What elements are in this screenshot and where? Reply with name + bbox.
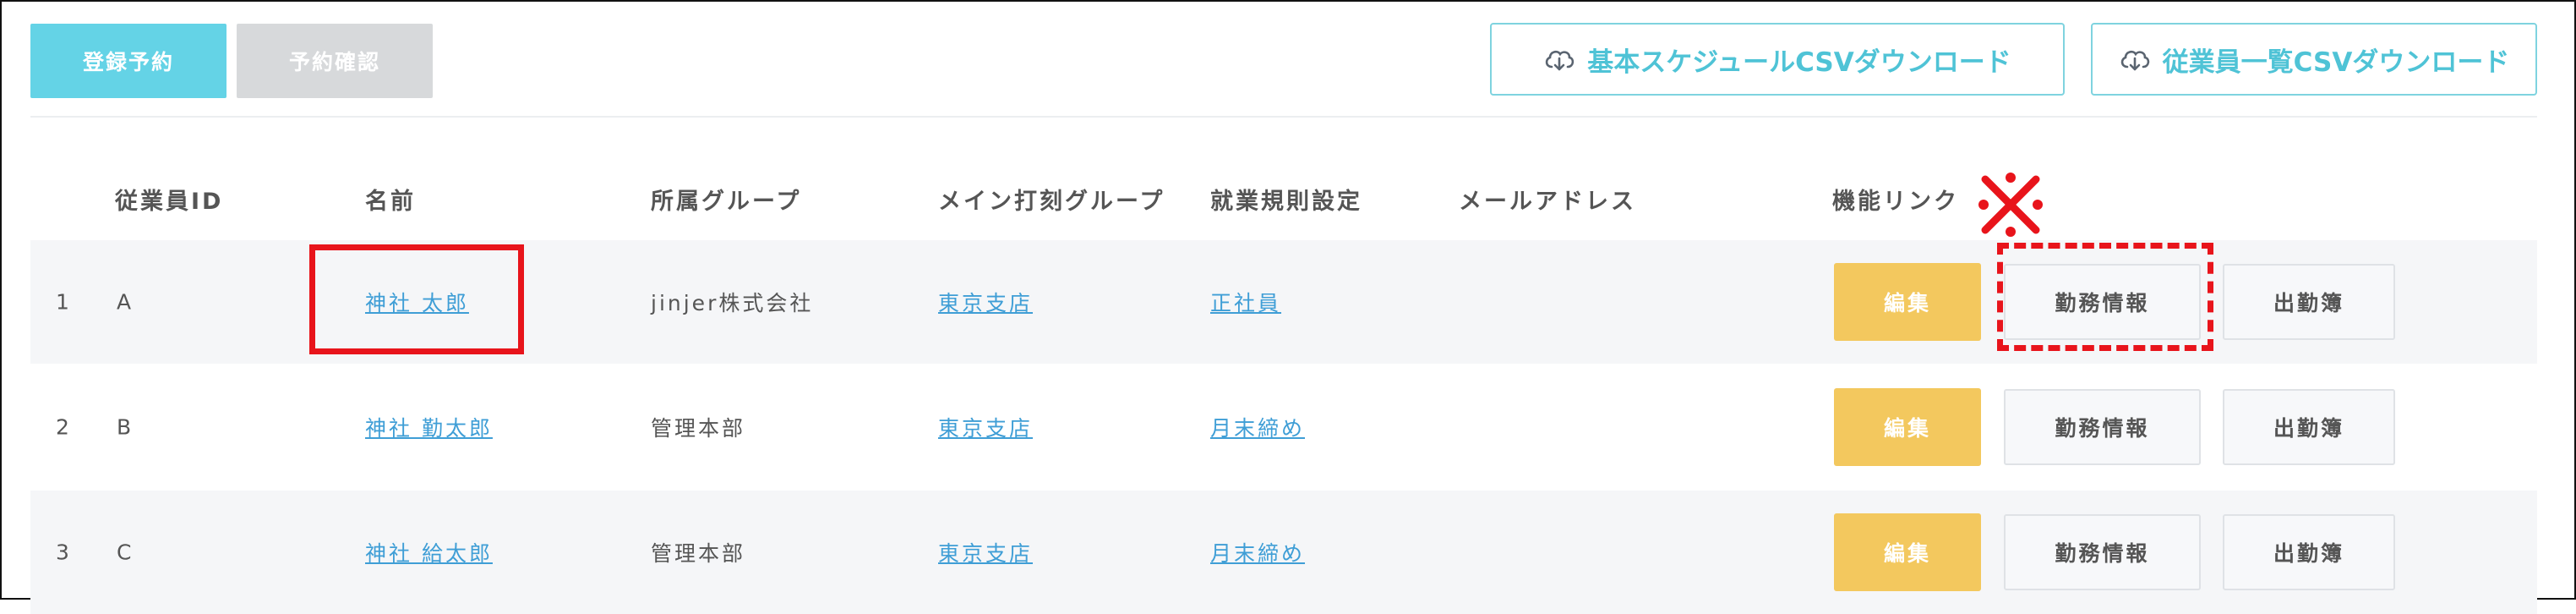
row-number: 1 — [56, 289, 72, 315]
row-number: 2 — [56, 414, 72, 440]
page-frame: 登録予約 予約確認 基本スケジュールCSVダウンロード 従業員一覧CSVダウンロ… — [0, 0, 2576, 614]
edit-button[interactable]: 編集 — [1834, 388, 1981, 466]
basic-schedule-csv-label: 基本スケジュールCSVダウンロード — [1587, 47, 2011, 78]
edit-button[interactable]: 編集 — [1834, 513, 1981, 591]
employee-id: B — [117, 414, 134, 440]
toolbar: 登録予約 予約確認 基本スケジュールCSVダウンロード 従業員一覧CSVダウンロ… — [2, 2, 2574, 116]
employee-id: A — [117, 289, 134, 315]
work-info-button[interactable]: 勤務情報 — [2004, 264, 2201, 340]
table-row: 2 B 神社 勤太郎 管理本部 東京支店 月末締め 編集 勤務情報 出勤簿 — [30, 365, 2537, 489]
table-row: 1 A 神社 太郎 jinjer株式会社 東京支店 正社員 編集 勤務情報 出勤… — [30, 240, 2537, 364]
work-rules-link[interactable]: 月末締め — [1210, 412, 1305, 442]
toolbar-divider — [30, 116, 2537, 118]
employee-list-csv-download-button[interactable]: 従業員一覧CSVダウンロード — [2091, 23, 2537, 96]
cloud-download-icon — [1546, 50, 1575, 71]
employee-name-link[interactable]: 神社 給太郎 — [365, 537, 493, 567]
employee-name-link[interactable]: 神社 太郎 — [365, 287, 469, 317]
row-number: 3 — [56, 540, 72, 565]
basic-schedule-csv-download-button[interactable]: 基本スケジュールCSVダウンロード — [1490, 23, 2065, 96]
stamp-group-link[interactable]: 東京支店 — [938, 537, 1033, 567]
work-rules-link[interactable]: 月末締め — [1210, 537, 1305, 567]
attendance-book-button[interactable]: 出勤簿 — [2223, 264, 2395, 340]
attendance-book-button[interactable]: 出勤簿 — [2223, 389, 2395, 465]
confirm-reservation-button[interactable]: 予約確認 — [237, 24, 433, 98]
employee-id: C — [117, 540, 134, 565]
register-reservation-button[interactable]: 登録予約 — [30, 24, 226, 98]
table-header: 従業員ID 名前 所属グループ メイン打刻グループ 就業規則設定 メールアドレス… — [30, 162, 2537, 238]
header-stamp-group: メイン打刻グループ — [938, 189, 1165, 215]
header-name: 名前 — [365, 189, 416, 215]
stamp-group-link[interactable]: 東京支店 — [938, 287, 1033, 317]
header-work-rules: 就業規則設定 — [1210, 189, 1362, 215]
stamp-group-link[interactable]: 東京支店 — [938, 412, 1033, 442]
group-name: jinjer株式会社 — [651, 291, 814, 315]
table-row: 3 C 神社 給太郎 管理本部 東京支店 月末締め 編集 勤務情報 出勤簿 — [30, 491, 2537, 614]
work-rules-link[interactable]: 正社員 — [1210, 287, 1281, 317]
employee-list-csv-label: 従業員一覧CSVダウンロード — [2162, 47, 2510, 78]
employee-name-link[interactable]: 神社 勤太郎 — [365, 412, 493, 442]
group-name: 管理本部 — [651, 416, 746, 441]
edit-button[interactable]: 編集 — [1834, 263, 1981, 341]
header-employee-id: 従業員ID — [115, 189, 224, 215]
cloud-download-icon — [2120, 50, 2149, 71]
work-info-button[interactable]: 勤務情報 — [2004, 389, 2201, 465]
header-group: 所属グループ — [651, 189, 802, 215]
attendance-book-button[interactable]: 出勤簿 — [2223, 514, 2395, 590]
work-info-button[interactable]: 勤務情報 — [2004, 514, 2201, 590]
header-function-links: 機能リンク — [1832, 189, 1959, 215]
group-name: 管理本部 — [651, 541, 746, 566]
header-email: メールアドレス — [1459, 189, 1636, 215]
